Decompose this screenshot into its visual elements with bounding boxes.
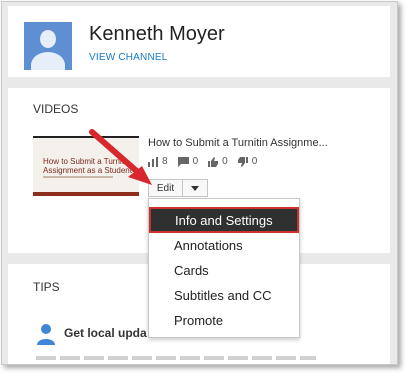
- person-icon: [37, 324, 55, 345]
- tip-item-text[interactable]: Get local upda: [64, 326, 147, 340]
- menu-item-subtitles-and-cc[interactable]: Subtitles and CC: [174, 288, 272, 303]
- channel-name: Kenneth Moyer: [89, 23, 225, 45]
- likes-count: 0: [222, 156, 228, 167]
- callout-arrow-icon: [89, 129, 152, 185]
- caret-down-icon: [191, 185, 199, 191]
- menu-item-promote[interactable]: Promote: [174, 313, 223, 328]
- menu-item-cards[interactable]: Cards: [174, 263, 209, 278]
- dislikes-stat: 0: [237, 156, 258, 167]
- edit-dropdown-menu: Info and Settings Annotations Cards Subt…: [148, 198, 300, 338]
- menu-item-annotations[interactable]: Annotations: [174, 238, 243, 253]
- dashboard-frame: Kenneth Moyer VIEW CHANNEL VIDEOS How to…: [1, 1, 398, 365]
- tips-heading: TIPS: [33, 280, 60, 294]
- videos-heading: VIDEOS: [33, 102, 79, 116]
- avatar[interactable]: [24, 22, 72, 70]
- comment-icon: [177, 156, 189, 167]
- views-count: 8: [162, 156, 168, 167]
- video-stats: 8 0 0 0: [148, 156, 257, 167]
- thumbs-down-icon: [237, 156, 248, 167]
- likes-stat: 0: [208, 156, 228, 167]
- video-title[interactable]: How to Submit a Turnitin Assignme...: [148, 137, 388, 149]
- menu-item-label: Info and Settings: [175, 213, 273, 228]
- dislikes-count: 0: [251, 156, 258, 167]
- view-channel-link[interactable]: VIEW CHANNEL: [89, 52, 168, 63]
- edit-dropdown-button[interactable]: [182, 179, 208, 197]
- channel-card: Kenneth Moyer VIEW CHANNEL: [8, 6, 390, 77]
- menu-item-info-and-settings[interactable]: Info and Settings: [149, 207, 299, 233]
- comments-stat: 0: [177, 156, 199, 167]
- comments-count: 0: [192, 156, 199, 167]
- thumbs-up-icon: [208, 156, 219, 167]
